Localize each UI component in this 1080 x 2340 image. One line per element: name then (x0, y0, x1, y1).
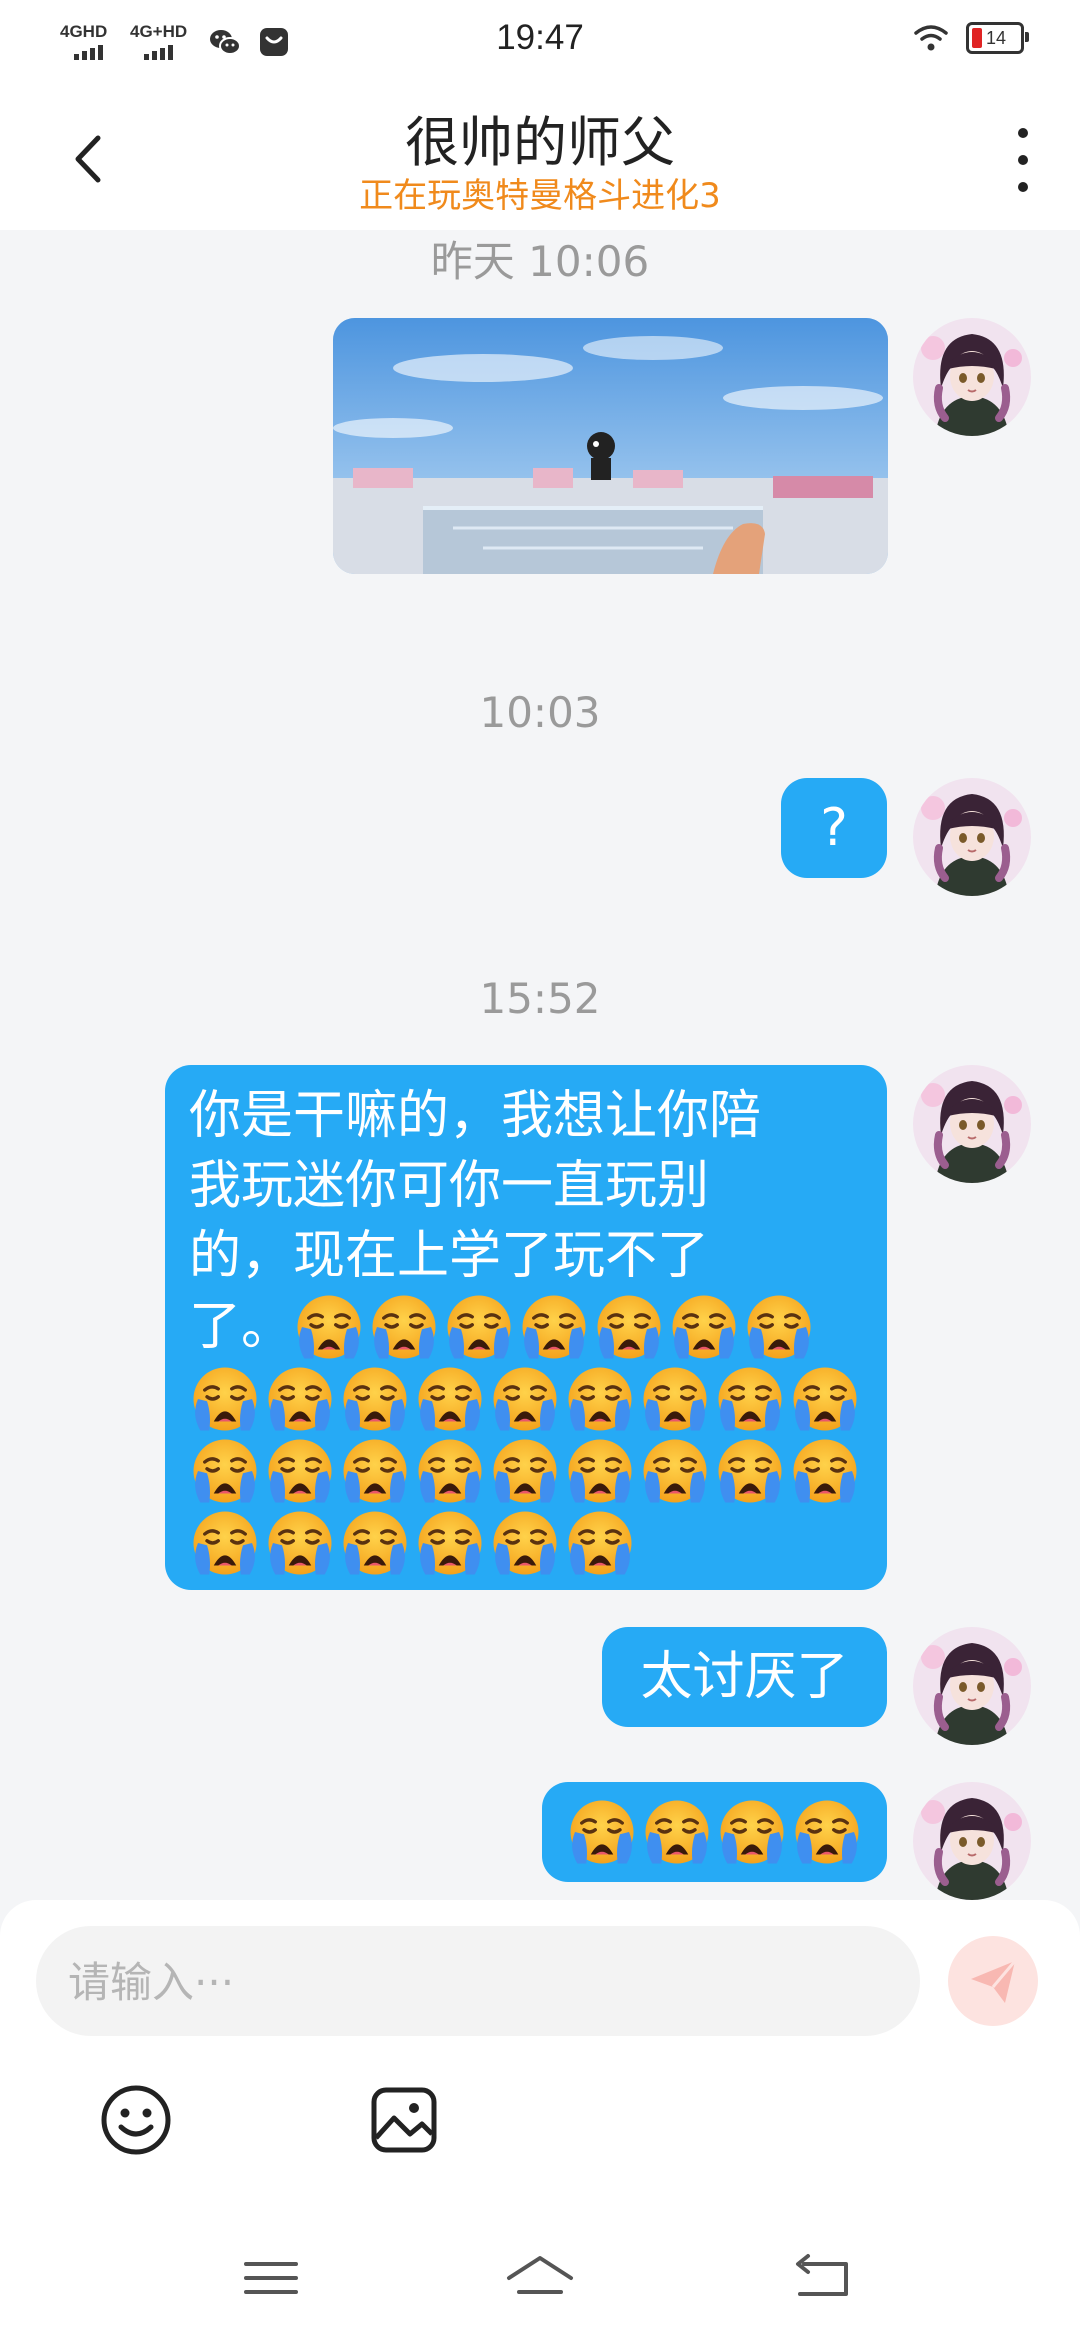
crying-face-emoji (339, 1435, 411, 1507)
crying-face-emoji (743, 1291, 815, 1363)
battery-icon: 14 (966, 22, 1029, 54)
emoji-row (189, 1363, 863, 1435)
crying-face-emoji (639, 1435, 711, 1507)
crying-face-emoji (339, 1363, 411, 1435)
contact-name: 很帅的师父 (405, 111, 675, 174)
image-message[interactable] (333, 318, 888, 574)
avatar[interactable] (913, 1065, 1031, 1183)
crying-face-emoji (414, 1435, 486, 1507)
back-nav-button[interactable] (788, 2248, 858, 2308)
crying-face-emoji (443, 1291, 515, 1363)
crying-face-emoji (564, 1507, 636, 1579)
crying-face-emoji (489, 1507, 561, 1579)
avatar[interactable] (913, 1627, 1031, 1745)
emoji-row (293, 1291, 815, 1363)
message-text: ? (820, 798, 848, 858)
send-button[interactable] (948, 1936, 1038, 2026)
status-right: 14 (914, 22, 1029, 54)
chat-header: 很帅的师父 正在玩奥特曼格斗进化3 (0, 84, 1080, 230)
image-icon (371, 2087, 437, 2153)
emoji-row (566, 1796, 863, 1868)
battery-level: 14 (986, 27, 1007, 48)
message-line: 你是干嘛的，我想让你陪 (189, 1086, 762, 1146)
crying-face-emoji (189, 1363, 261, 1435)
contact-status: 正在玩奥特曼格斗进化3 (359, 176, 721, 216)
message-timestamp: 15:52 (479, 974, 601, 1023)
crying-face-emoji (489, 1435, 561, 1507)
emoji-message[interactable] (542, 1782, 887, 1882)
message-timestamp: 10:03 (479, 688, 601, 737)
wifi-icon (914, 25, 948, 51)
avatar[interactable] (913, 318, 1031, 436)
crying-face-emoji (339, 1507, 411, 1579)
crying-face-emoji (791, 1796, 863, 1868)
crying-face-emoji (414, 1507, 486, 1579)
crying-face-emoji (518, 1291, 590, 1363)
emoji-row (189, 1435, 863, 1507)
emoji-button[interactable] (96, 2080, 176, 2160)
crying-face-emoji (593, 1291, 665, 1363)
crying-face-emoji (564, 1363, 636, 1435)
crying-face-emoji (641, 1796, 713, 1868)
image-picker-button[interactable] (364, 2080, 444, 2160)
message-input-box[interactable] (36, 1926, 920, 2038)
avatar[interactable] (913, 1782, 1031, 1900)
more-options-button[interactable] (1008, 128, 1038, 192)
crying-face-emoji (414, 1363, 486, 1435)
game-screenshot-image (333, 318, 888, 574)
crying-face-emoji (264, 1363, 336, 1435)
crying-face-emoji (639, 1363, 711, 1435)
back-icon (796, 2254, 848, 2296)
text-message[interactable]: 你是干嘛的，我想让你陪 我玩迷你可你一直玩别 的，现在上学了玩不了 了。 (165, 1065, 887, 1590)
crying-face-emoji (789, 1363, 861, 1435)
more-vertical-icon (1018, 128, 1028, 138)
text-message[interactable]: ? (781, 778, 887, 878)
home-button[interactable] (505, 2248, 575, 2308)
message-text: 太讨厌了 (640, 1647, 849, 1707)
crying-face-emoji (368, 1291, 440, 1363)
message-timestamp: 昨天 10:06 (430, 237, 650, 286)
crying-face-emoji (189, 1507, 261, 1579)
message-line: 我玩迷你可你一直玩别 (189, 1156, 710, 1216)
crying-face-emoji (714, 1363, 786, 1435)
menu-button[interactable] (236, 2248, 306, 2308)
paper-plane-icon (971, 1960, 1017, 2003)
crying-face-emoji (668, 1291, 740, 1363)
crying-face-emoji (489, 1363, 561, 1435)
message-input[interactable] (66, 1926, 890, 2038)
crying-face-emoji (716, 1796, 788, 1868)
crying-face-emoji (789, 1435, 861, 1507)
status-bar: 4GHD 4G+HD 19:47 14 (0, 0, 1080, 84)
crying-face-emoji (264, 1435, 336, 1507)
crying-face-emoji (564, 1435, 636, 1507)
crying-face-emoji (264, 1507, 336, 1579)
crying-face-emoji (189, 1435, 261, 1507)
crying-face-emoji (714, 1435, 786, 1507)
message-line: 了。 (189, 1297, 294, 1357)
menu-icon (244, 2262, 298, 2294)
smiley-icon (101, 2085, 171, 2155)
avatar[interactable] (913, 778, 1031, 896)
crying-face-emoji (566, 1796, 638, 1868)
emoji-row (189, 1507, 863, 1579)
crying-face-emoji (293, 1291, 365, 1363)
message-line: 的，现在上学了玩不了 (189, 1226, 710, 1286)
text-message[interactable]: 太讨厌了 (602, 1627, 887, 1727)
system-nav-bar (0, 2214, 1080, 2334)
home-icon (507, 2256, 573, 2294)
